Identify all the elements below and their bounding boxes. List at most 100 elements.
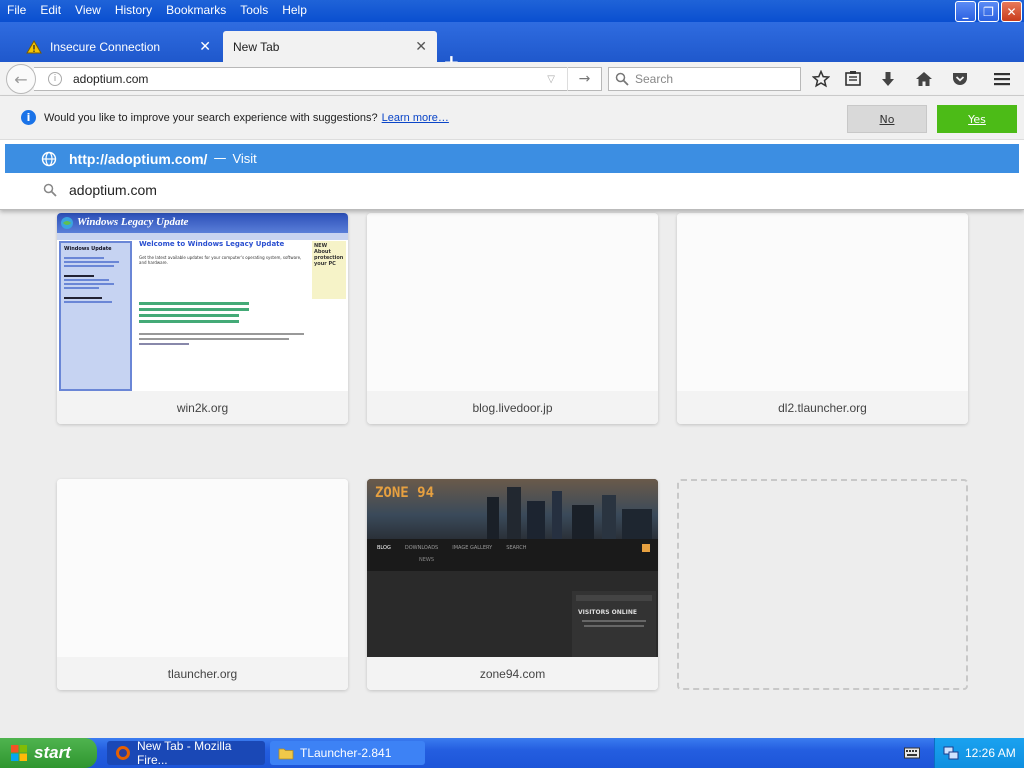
thumb-sidebar: Windows Update xyxy=(59,241,132,391)
menu-bar: File Edit View History Bookmarks Tools H… xyxy=(0,0,1024,22)
tile-caption: tlauncher.org xyxy=(57,657,348,690)
tile-caption: dl2.tlauncher.org xyxy=(677,391,968,424)
url-autocomplete-popup: i Would you like to improve your search … xyxy=(0,96,1024,210)
globe-icon xyxy=(41,151,57,166)
autocomplete-visit-row[interactable]: http://adoptium.com/ — Visit xyxy=(5,144,1019,173)
top-site-tile[interactable]: tlauncher.org xyxy=(57,479,348,690)
bookmark-star-icon[interactable] xyxy=(811,69,831,89)
thumb-nav-item: IMAGE GALLERY xyxy=(452,545,493,551)
top-site-tile[interactable]: blog.livedoor.jp xyxy=(367,213,658,424)
menu-tools[interactable]: Tools xyxy=(233,0,275,22)
tile-caption: win2k.org xyxy=(57,391,348,424)
menu-edit[interactable]: Edit xyxy=(33,0,68,22)
firefox-icon xyxy=(115,746,130,760)
download-icon[interactable] xyxy=(878,69,898,89)
thumb-side-panel: VISITORS ONLINE xyxy=(572,591,656,657)
taskbar-item-tlauncher-folder[interactable]: TLauncher-2.841 xyxy=(270,741,425,765)
thumb-banner-text: Windows Legacy Update xyxy=(77,216,189,228)
site-thumbnail: Windows Legacy Update Windows Update Wel… xyxy=(57,213,348,391)
empty-tile-slot[interactable] xyxy=(677,479,968,690)
home-icon[interactable] xyxy=(914,69,934,89)
site-thumbnail xyxy=(677,213,968,391)
back-arrow-icon: ← xyxy=(14,69,28,89)
menu-file[interactable]: File xyxy=(0,0,33,22)
hamburger-menu-icon[interactable] xyxy=(992,69,1012,89)
pocket-icon[interactable] xyxy=(950,69,970,89)
tab-insecure-connection[interactable]: Insecure Connection ✕ xyxy=(16,31,221,62)
top-site-tile[interactable]: dl2.tlauncher.org xyxy=(677,213,968,424)
go-arrow-icon[interactable]: → xyxy=(567,67,601,91)
start-label: start xyxy=(34,743,71,762)
taskbar-item-firefox[interactable]: New Tab - Mozilla Fire... xyxy=(107,739,265,767)
keyboard-icon[interactable] xyxy=(904,746,920,760)
thumb-navstrip xyxy=(57,233,348,240)
bookmarks-menu-icon[interactable] xyxy=(843,69,863,89)
thumb-city-banner: ZONE 94 xyxy=(367,479,658,539)
clock: 12:26 AM xyxy=(965,746,1016,760)
thumb-banner: Windows Legacy Update xyxy=(57,213,348,233)
learn-more-link[interactable]: Learn more… xyxy=(382,112,449,124)
info-icon[interactable]: i xyxy=(48,72,62,86)
tile-caption: blog.livedoor.jp xyxy=(367,391,658,424)
thumb-nav: BLOG DOWNLOADS IMAGE GALLERY SEARCH xyxy=(367,539,658,557)
thumb-heading: Welcome to Windows Legacy Update xyxy=(139,240,285,248)
site-thumbnail: ZONE 94 BLOG DOWNLOADS IMAGE GALLERY SEA… xyxy=(367,479,658,657)
menu-history[interactable]: History xyxy=(108,0,159,22)
info-icon: i xyxy=(21,110,36,125)
thumb-nav-item: DOWNLOADS xyxy=(404,545,439,551)
tab-new-tab[interactable]: New Tab ✕ xyxy=(223,31,437,62)
system-tray: 12:26 AM xyxy=(934,738,1024,768)
folder-icon xyxy=(278,748,294,760)
close-window-button[interactable]: ✕ xyxy=(1001,1,1022,22)
thumb-visitors: VISITORS ONLINE xyxy=(578,609,637,616)
top-site-tile[interactable]: Windows Legacy Update Windows Update Wel… xyxy=(57,213,348,424)
site-thumbnail xyxy=(367,213,658,391)
top-site-tile[interactable]: ZONE 94 BLOG DOWNLOADS IMAGE GALLERY SEA… xyxy=(367,479,658,690)
search-icon xyxy=(43,183,57,197)
windows-logo-icon xyxy=(11,745,27,761)
search-placeholder: Search xyxy=(635,72,674,86)
thumb-nav-item: BLOG xyxy=(377,545,391,551)
thumb-body: Get the latest available updates for you… xyxy=(139,255,302,265)
menu-view[interactable]: View xyxy=(68,0,108,22)
taskbar: start New Tab - Mozilla Fire... TLaunche… xyxy=(0,738,1024,768)
network-icon[interactable] xyxy=(943,745,959,761)
tab-label: New Tab xyxy=(233,39,280,54)
thumb-nav2: NEWS xyxy=(367,557,658,571)
minimize-button[interactable]: _ xyxy=(955,1,976,22)
close-tab-icon[interactable]: ✕ xyxy=(415,38,427,55)
window-controls: _ ❐ ✕ xyxy=(955,1,1022,22)
task-label: New Tab - Mozilla Fire... xyxy=(136,739,232,767)
back-button[interactable]: ← xyxy=(6,64,36,94)
chevron-down-icon[interactable]: ▽ xyxy=(547,74,555,85)
autocomplete-search-row[interactable]: adoptium.com xyxy=(5,175,1019,204)
thumb-side-box: NEW About protection your PC xyxy=(312,241,346,299)
tile-caption: zone94.com xyxy=(367,657,658,690)
yes-button[interactable]: Yes xyxy=(937,105,1017,133)
search-suggestion-text: adoptium.com xyxy=(69,181,157,198)
navigation-bar: i adoptium.com ▽ → ← Search xyxy=(0,62,1024,96)
search-bar[interactable]: Search xyxy=(608,67,801,91)
visit-separator: — xyxy=(213,151,227,166)
thumb-nav-button xyxy=(642,544,650,552)
thumb-nav-item: NEWS xyxy=(419,557,435,563)
visit-url: http://adoptium.com/ xyxy=(69,150,208,167)
tab-label: Insecure Connection xyxy=(50,39,161,54)
suggestions-question: Would you like to improve your search ex… xyxy=(44,111,378,124)
warning-icon xyxy=(26,39,42,54)
menu-help[interactable]: Help xyxy=(275,0,314,22)
tab-strip: Insecure Connection ✕ New Tab ✕ + xyxy=(0,22,1024,72)
start-button[interactable]: start xyxy=(0,738,97,768)
close-tab-icon[interactable]: ✕ xyxy=(199,38,211,55)
url-bar[interactable]: i adoptium.com ▽ → xyxy=(34,67,602,91)
maximize-button[interactable]: ❐ xyxy=(978,1,999,22)
site-thumbnail xyxy=(57,479,348,657)
thumb-logo: ZONE 94 xyxy=(375,485,435,501)
url-input[interactable]: adoptium.com xyxy=(73,72,547,86)
menu-bookmarks[interactable]: Bookmarks xyxy=(159,0,233,22)
visit-action: Visit xyxy=(232,151,257,166)
search-suggestions-prompt: i Would you like to improve your search … xyxy=(0,96,1024,140)
thumb-nav-item: SEARCH xyxy=(506,545,527,551)
no-button[interactable]: No xyxy=(847,105,927,133)
thumb-sidebar-title: Windows Update xyxy=(64,246,112,252)
